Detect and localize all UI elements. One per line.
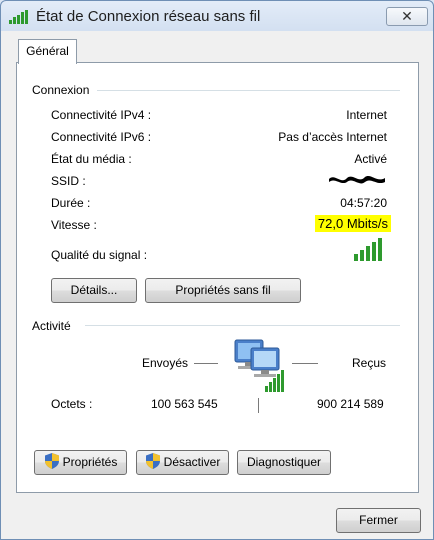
duration-value: 04:57:20 <box>340 196 387 210</box>
ipv4-value: Internet <box>346 108 387 122</box>
uac-shield-icon <box>44 453 59 470</box>
wireless-properties-button[interactable]: Propriétés sans fil <box>145 278 301 303</box>
network-computers-icon <box>234 339 284 392</box>
properties-button-label: Propriétés <box>62 455 118 469</box>
bytes-label: Octets : <box>51 397 93 411</box>
media-state-label: État du média : <box>51 152 132 166</box>
sent-label: Envoyés <box>142 356 189 370</box>
signal-strength-icon <box>354 238 382 261</box>
activity-group-heading: Activité <box>32 319 71 333</box>
ssid-label: SSID : <box>51 174 86 188</box>
disable-button[interactable]: Désactiver <box>136 450 229 475</box>
received-label: Reçus <box>352 356 387 370</box>
media-state-value: Activé <box>354 152 387 166</box>
bytes-received-value: 900 214 589 <box>317 397 384 411</box>
window-title: État de Connexion réseau sans fil <box>36 8 261 25</box>
activity-separator <box>258 398 259 413</box>
bytes-sent-value: 100 563 545 <box>151 397 218 411</box>
properties-button[interactable]: Propriétés <box>34 450 127 475</box>
details-button[interactable]: Détails... <box>51 278 137 303</box>
duration-label: Durée : <box>51 196 91 210</box>
ssid-redaction <box>329 176 385 184</box>
signal-quality-label: Qualité du signal : <box>51 248 148 262</box>
sent-connector-line <box>194 363 218 364</box>
window-close-button[interactable]: ✕ <box>386 7 428 26</box>
close-icon: ✕ <box>401 8 413 24</box>
ipv6-value: Pas d’accès Internet <box>278 130 387 144</box>
disable-button-label: Désactiver <box>163 455 221 469</box>
connection-status-window: État de Connexion réseau sans fil ✕ Géné… <box>0 0 434 540</box>
connection-group-heading: Connexion <box>32 83 90 97</box>
title-bar[interactable]: État de Connexion réseau sans fil ✕ <box>1 1 433 31</box>
close-button[interactable]: Fermer <box>336 508 421 533</box>
activity-group-divider <box>85 325 400 326</box>
tab-general[interactable]: Général <box>18 39 77 64</box>
uac-shield-icon <box>145 453 160 470</box>
connection-group-divider <box>97 90 400 91</box>
speed-value: 72,0 Mbits/s <box>314 215 391 232</box>
ipv4-label: Connectivité IPv4 : <box>51 108 152 122</box>
ipv6-label: Connectivité IPv6 : <box>51 130 152 144</box>
wifi-signal-icon <box>9 10 28 24</box>
diagnose-button[interactable]: Diagnostiquer <box>237 450 331 475</box>
speed-label: Vitesse : <box>51 218 97 232</box>
